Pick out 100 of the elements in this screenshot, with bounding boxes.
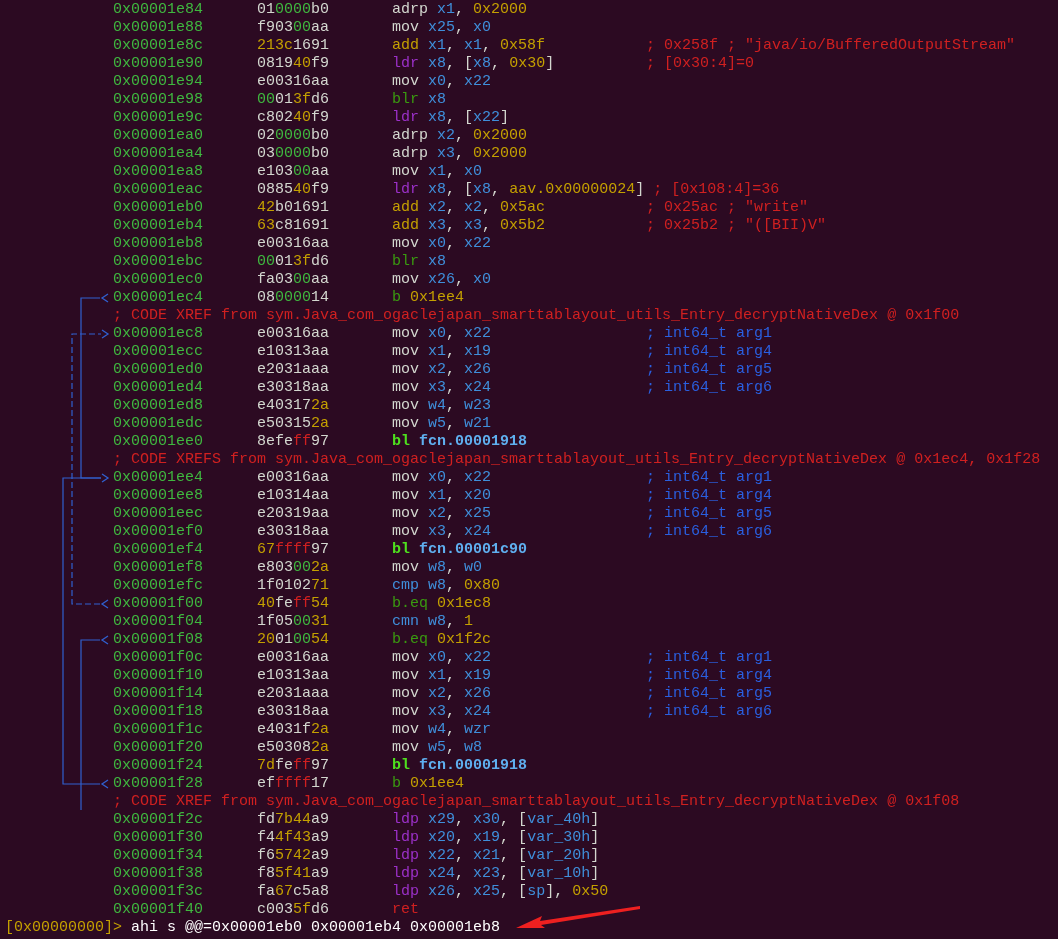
mnemonic: mov	[392, 235, 419, 253]
operands: x0, x22	[428, 649, 492, 667]
comment: ; int64_t arg6	[646, 703, 773, 721]
opcode-bytes: 1f050031	[257, 613, 331, 631]
mnemonic: mov	[392, 361, 419, 379]
mnemonic: mov	[392, 469, 419, 487]
opcode-bytes: 00013fd6	[257, 253, 331, 271]
address: 0x00001ea4	[113, 145, 204, 163]
mnemonic: cmn	[392, 613, 419, 631]
address: 0x00001eec	[113, 505, 204, 523]
opcode-bytes: 081940f9	[257, 55, 331, 73]
address: 0x00001ea8	[113, 163, 204, 181]
address: 0x00001e98	[113, 91, 204, 109]
address: 0x00001edc	[113, 415, 204, 433]
mnemonic: blr	[392, 91, 419, 109]
operands: w8, 1	[428, 613, 474, 631]
mnemonic: bl	[392, 757, 410, 775]
mnemonic: mov	[392, 397, 419, 415]
operands: x29, x30, [var_40h]	[428, 811, 600, 829]
operands: x1, x20	[428, 487, 492, 505]
address: 0x00001f10	[113, 667, 204, 685]
command-input[interactable]: ahi s @@=0x00001eb0 0x00001eb4 0x00001eb8	[131, 919, 501, 937]
comment: ; int64_t arg4	[646, 667, 773, 685]
opcode-bytes: f85f41a9	[257, 865, 331, 883]
operands: x1, x19	[428, 667, 492, 685]
operands: x2, x26	[428, 361, 492, 379]
address: 0x00001f18	[113, 703, 204, 721]
mnemonic: adrp	[392, 1, 428, 19]
address: 0x00001f20	[113, 739, 204, 757]
mnemonic: mov	[392, 487, 419, 505]
opcode-bytes: e00316aa	[257, 469, 331, 487]
comment: ; int64_t arg5	[646, 505, 773, 523]
comment: ; int64_t arg5	[646, 685, 773, 703]
address: 0x00001ec4	[113, 289, 204, 307]
mnemonic: mov	[392, 415, 419, 433]
address: 0x00001ee8	[113, 487, 204, 505]
opcode-bytes: e10314aa	[257, 487, 331, 505]
operands: 0x1ee4	[410, 775, 465, 793]
operands: x0, x22	[428, 73, 492, 91]
operands: x0, x22	[428, 325, 492, 343]
opcode-bytes: 088540f9	[257, 181, 331, 199]
mnemonic: mov	[392, 271, 419, 289]
opcode-bytes: e00316aa	[257, 649, 331, 667]
address: 0x00001eb4	[113, 217, 204, 235]
operands: x24, x23, [var_10h]	[428, 865, 600, 883]
address: 0x00001e94	[113, 73, 204, 91]
comment: ; int64_t arg1	[646, 469, 773, 487]
mnemonic: b	[392, 289, 401, 307]
mnemonic: add	[392, 217, 419, 235]
address: 0x00001f3c	[113, 883, 204, 901]
address: 0x00001f0c	[113, 649, 204, 667]
operands: 0x1ee4	[410, 289, 465, 307]
operands: w5, w21	[428, 415, 492, 433]
address: 0x00001f30	[113, 829, 204, 847]
opcode-bytes: e10313aa	[257, 343, 331, 361]
opcode-bytes: e30318aa	[257, 379, 331, 397]
mnemonic: add	[392, 37, 419, 55]
operands: w5, w8	[428, 739, 483, 757]
mnemonic: mov	[392, 505, 419, 523]
address: 0x00001ef4	[113, 541, 204, 559]
address: 0x00001f28	[113, 775, 204, 793]
operands: fcn.00001c90	[419, 541, 528, 559]
opcode-bytes: 00013fd6	[257, 91, 331, 109]
opcode-bytes: 08000014	[257, 289, 331, 307]
opcode-bytes: e00316aa	[257, 73, 331, 91]
address: 0x00001ed4	[113, 379, 204, 397]
mnemonic: bl	[392, 541, 410, 559]
mnemonic: ldp	[392, 865, 419, 883]
opcode-bytes: e2031aaa	[257, 361, 331, 379]
operands: w8, w0	[428, 559, 483, 577]
mnemonic: mov	[392, 739, 419, 757]
operands: fcn.00001918	[419, 433, 528, 451]
operands: x8	[428, 91, 447, 109]
address: 0x00001ee4	[113, 469, 204, 487]
opcode-bytes: 20010054	[257, 631, 331, 649]
xref-comment: ; CODE XREFS from sym.Java_com_ogaclejapan_smarttablayout_utils_Entry_decryptNativeDex @ 0x1ec4, 0x1f28	[113, 451, 1041, 468]
opcode-bytes: 010000b0	[257, 1, 331, 19]
mnemonic: mov	[392, 19, 419, 37]
address: 0x00001e9c	[113, 109, 204, 127]
comment: ; int64_t arg6	[646, 379, 773, 397]
mnemonic: mov	[392, 703, 419, 721]
address: 0x00001f40	[113, 901, 204, 919]
mnemonic: ldp	[392, 829, 419, 847]
opcode-bytes: f65742a9	[257, 847, 331, 865]
prompt: [0x00000000]>	[5, 919, 123, 937]
operands: x3, 0x2000	[437, 145, 528, 163]
address: 0x00001f2c	[113, 811, 204, 829]
operands: w4, w23	[428, 397, 492, 415]
address: 0x00001e8c	[113, 37, 204, 55]
comment: ; int64_t arg5	[646, 361, 773, 379]
opcode-bytes: e30318aa	[257, 523, 331, 541]
mnemonic: ldr	[392, 55, 419, 73]
opcode-bytes: f90300aa	[257, 19, 331, 37]
operands: x8, [x22]	[428, 109, 510, 127]
operands: x25, x0	[428, 19, 492, 37]
comment: ; [0x108:4]=36	[653, 181, 780, 199]
mnemonic: mov	[392, 325, 419, 343]
opcode-bytes: 40feff54	[257, 595, 331, 613]
operands: w8, 0x80	[428, 577, 501, 595]
operands: x8, [x8, aav.0x00000024]	[428, 181, 645, 199]
